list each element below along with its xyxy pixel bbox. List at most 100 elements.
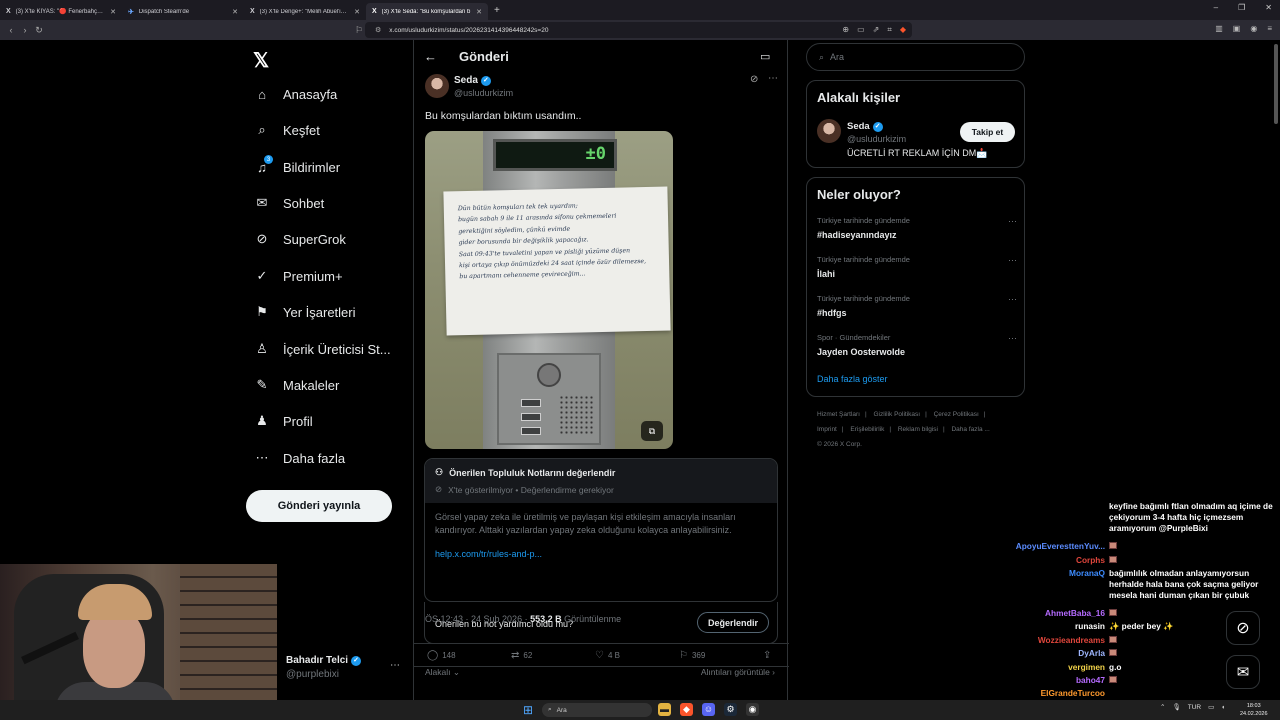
obs-icon[interactable]: ◉ — [746, 703, 759, 716]
grok-fab-icon[interactable]: ⊘ — [1226, 611, 1260, 645]
zoom-icon[interactable]: ⊕ — [842, 25, 849, 35]
trend-item[interactable]: Türkiye tarihinde gündemde İlahi ⋯ — [817, 255, 1017, 279]
chat-username[interactable]: MoranaQ — [990, 568, 1105, 601]
reply-sort-dropdown[interactable]: Alakalı ⌄ — [425, 667, 460, 678]
windows-start-icon[interactable]: ⊞ — [523, 703, 533, 717]
wallet-icon[interactable]: ▣ — [1233, 24, 1241, 33]
browser-tab[interactable]: X (3) X'te Denge+: "Melih Abuel'in açı ✕ — [244, 3, 366, 20]
taskbar-search[interactable]: ⌕ Ara — [542, 703, 652, 717]
sidebar-item-premium[interactable]: ✓ Premium+ — [254, 268, 343, 284]
sidebar-item-supergrok[interactable]: ⊘ SuperGrok — [254, 231, 346, 247]
like-button[interactable]: ♡ 4 B — [595, 650, 620, 661]
brave-browser-icon[interactable]: ◆ — [680, 703, 693, 716]
x-logo-icon[interactable]: 𝕏 — [253, 48, 269, 73]
footer-link[interactable]: Gizlilik Politikası — [874, 411, 921, 418]
image-alt-icon[interactable]: ⧉ — [641, 421, 663, 441]
footer-link[interactable]: Erişilebilirlik — [850, 426, 884, 433]
author-handle[interactable]: @usludurkizim — [454, 88, 513, 98]
reader-mode-icon[interactable]: ▭ — [760, 50, 770, 63]
translate-icon[interactable]: ⌗ — [887, 25, 892, 35]
forward-icon[interactable]: › — [18, 25, 32, 35]
chat-username[interactable]: runasin — [990, 621, 1105, 632]
reply-button[interactable]: ◯ 148 — [427, 650, 456, 661]
trend-item[interactable]: Spor · Gündemdekiler Jayden Oosterwolde ⋯ — [817, 333, 1017, 357]
post-button[interactable]: Gönderi yayınla — [246, 490, 392, 522]
close-tab-icon[interactable]: ✕ — [232, 8, 238, 16]
site-settings-icon[interactable]: ⚙ — [375, 26, 381, 34]
sidebar-item-home[interactable]: ⌂ Anasayfa — [254, 86, 337, 102]
browser-tab[interactable]: ✈ Dispatch Steam'de ✕ — [122, 3, 244, 20]
sidebar-item-profile[interactable]: ♟ Profil — [254, 413, 312, 429]
reload-icon[interactable]: ↻ — [32, 25, 46, 36]
chat-username[interactable] — [990, 501, 1105, 534]
search-box[interactable]: ⌕ — [806, 43, 1025, 71]
microphone-icon[interactable]: 🎙 — [1172, 703, 1180, 711]
author-avatar[interactable] — [425, 74, 449, 98]
trend-more-icon[interactable]: ⋯ — [1008, 255, 1017, 266]
volume-icon[interactable]: ◖ — [1221, 704, 1225, 711]
search-input[interactable] — [830, 52, 1001, 62]
chat-username[interactable]: DyArla — [990, 648, 1105, 659]
account-more-icon[interactable]: ⋯ — [390, 660, 400, 671]
bookmark-page-icon[interactable]: ⚐ — [352, 25, 366, 36]
post-timestamp[interactable]: ÖS 12:43 · 24 Şub 2026 · — [425, 614, 530, 624]
chat-username[interactable]: baho47 — [990, 675, 1105, 686]
trend-item[interactable]: Türkiye tarihinde gündemde #hadiseyanında… — [817, 216, 1017, 240]
trend-item[interactable]: Türkiye tarihinde gündemde #hdfgs ⋯ — [817, 294, 1017, 318]
sidebar-item-notifications[interactable]: ♫ 3 Bildirimler — [254, 155, 340, 175]
footer-link[interactable]: Çerez Politikası — [934, 411, 979, 418]
chat-username[interactable]: ElGrandeTurcoo — [990, 688, 1105, 698]
follow-button[interactable]: Takip et — [960, 122, 1015, 142]
close-window-icon[interactable]: ✕ — [1265, 3, 1272, 12]
trend-more-icon[interactable]: ⋯ — [1008, 333, 1017, 344]
back-arrow-icon[interactable]: ← — [424, 49, 437, 64]
scroll-thumb[interactable] — [1274, 44, 1278, 124]
sidebar-item-creator-studio[interactable]: ♙ İçerik Üreticisi St... — [254, 341, 390, 357]
footer-link[interactable]: Daha fazla ... — [951, 426, 989, 433]
back-icon[interactable]: ‹ — [4, 25, 18, 35]
brave-shield-icon[interactable]: ◆ — [900, 25, 906, 35]
chat-username[interactable]: AhmetBaba_16 — [990, 608, 1105, 619]
taskbar-clock[interactable]: 18:03 24.02.2026 — [1240, 702, 1268, 718]
post-more-icon[interactable]: ⋯ — [768, 73, 778, 84]
footer-link[interactable]: Imprint — [817, 426, 837, 433]
post-image[interactable]: ±0 Dün bütün komşuları tek tek uyardım; … — [425, 131, 673, 449]
rate-button[interactable]: Değerlendir — [697, 612, 769, 633]
community-note-link[interactable]: help.x.com/tr/rules-and-p... — [435, 548, 767, 561]
close-tab-icon[interactable]: ✕ — [476, 8, 482, 16]
related-name[interactable]: Seda — [847, 121, 870, 132]
address-bar[interactable]: ⚙ x.com/usludurkizim/status/202623141439… — [365, 22, 912, 38]
show-more-link[interactable]: Daha fazla göster — [817, 374, 888, 384]
steam-icon[interactable]: ⚙ — [724, 703, 737, 716]
minimize-icon[interactable]: – — [1214, 3, 1218, 12]
chat-username[interactable]: Corphs — [990, 555, 1105, 566]
sidebar-item-articles[interactable]: ✎ Makaleler — [254, 377, 340, 393]
sidebar-item-chat[interactable]: ✉ Sohbet — [254, 195, 325, 211]
footer-link[interactable]: Reklam bilgisi — [898, 426, 938, 433]
url-text[interactable]: x.com/usludurkizim/status/20262314143964… — [389, 27, 548, 34]
messages-fab-icon[interactable]: ✉ — [1226, 655, 1260, 689]
footer-link[interactable]: Hizmet Şartları — [817, 411, 860, 418]
vpn-icon[interactable]: ◉ — [1250, 24, 1257, 33]
discord-icon[interactable]: ☺ — [702, 703, 715, 716]
screenshot-icon[interactable]: ▭ — [857, 25, 865, 35]
sidebar-item-explore[interactable]: ⌕ Keşfet — [254, 122, 320, 138]
bookmark-button[interactable]: ⚐ 369 — [679, 650, 705, 661]
grok-icon[interactable]: ⊘ — [750, 74, 758, 85]
network-icon[interactable]: ▭ — [1208, 703, 1214, 711]
chat-username[interactable]: vergimen — [990, 662, 1105, 673]
related-name-row[interactable]: Seda ✓ — [847, 121, 883, 132]
browser-tab-active[interactable]: X (3) X'te Seda: "Bu komşulardan b ✕ — [366, 3, 488, 20]
new-tab-button[interactable]: + — [488, 5, 506, 16]
menu-icon[interactable]: ≡ — [1267, 24, 1272, 33]
chat-username[interactable]: ApoyuEveresttenYuv... — [990, 541, 1105, 552]
share-button[interactable]: ⇪ — [763, 650, 771, 661]
sidebar-item-more[interactable]: ⋯ Daha fazla — [254, 450, 346, 466]
sidebar-item-bookmarks[interactable]: ⚑ Yer İşaretleri — [254, 304, 355, 320]
view-quotes-link[interactable]: Alıntıları görüntüle › — [701, 667, 775, 677]
browser-tab[interactable]: X (3) X'te KIYAS: "🔴 Fenerbahçe'de sa ✕ — [0, 3, 122, 20]
chat-username[interactable]: Wozzieandreams — [990, 635, 1105, 646]
language-indicator[interactable]: TUR — [1188, 704, 1201, 711]
share-icon[interactable]: ⇗ — [873, 25, 880, 35]
tray-expand-icon[interactable]: ⌃ — [1160, 703, 1165, 711]
